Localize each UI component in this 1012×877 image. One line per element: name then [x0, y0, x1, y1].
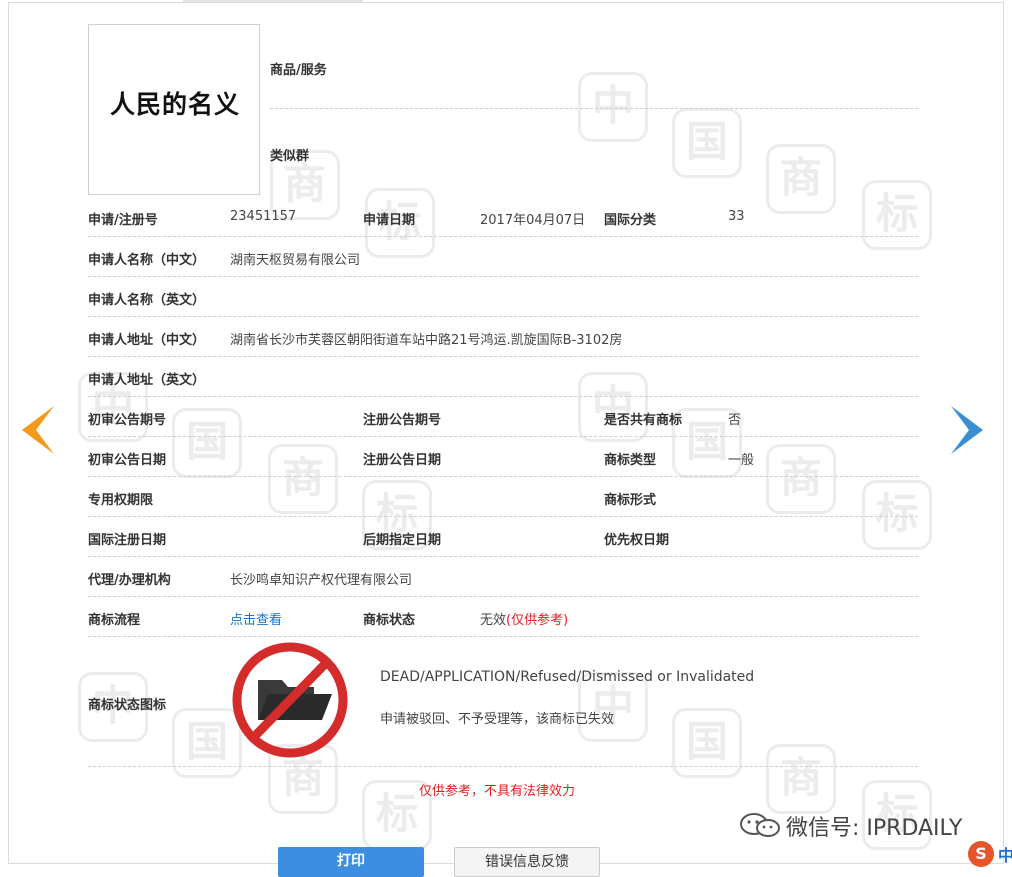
goods-services-label: 商品/服务: [270, 63, 327, 78]
intl-class-label: 国际分类: [604, 213, 657, 228]
disclaimer: 仅供参考，不具有法律效力: [419, 784, 576, 799]
applicant-cn-label: 申请人名称（中文）: [88, 253, 206, 268]
row-divider: [88, 316, 918, 317]
shared-mark-label: 是否共有商标: [604, 413, 683, 428]
watermark-char: 商: [766, 444, 836, 514]
row-divider: [88, 636, 918, 637]
watermark-char: 中: [578, 372, 648, 442]
status-en-text: DEAD/APPLICATION/Refused/Dismissed or In…: [380, 669, 755, 685]
prelim-date-label: 初审公告日期: [88, 453, 167, 468]
shared-mark-value: 否: [728, 413, 742, 428]
row-divider: [88, 766, 918, 767]
status-label: 商标状态: [363, 613, 416, 628]
row-divider: [88, 596, 918, 597]
watermark-char: 国: [672, 108, 742, 178]
status-icon-label: 商标状态图标: [88, 698, 167, 713]
print-button[interactable]: 打印: [278, 847, 424, 877]
watermark-char: 标: [862, 480, 932, 550]
priority-date-label: 优先权日期: [604, 533, 670, 548]
watermark-char: 标: [862, 180, 932, 250]
reg-no-label: 申请/注册号: [88, 213, 158, 228]
row-divider: [88, 476, 918, 477]
status-note: (仅供参考): [506, 613, 569, 628]
agent-value: 长沙鸣卓知识产权代理有限公司: [230, 573, 413, 588]
address-cn-label: 申请人地址（中文）: [88, 333, 206, 348]
later-date-label: 后期指定日期: [363, 533, 442, 548]
apply-date-value: 2017年04月07日: [480, 213, 586, 228]
status-text: 无效: [480, 613, 507, 628]
address-en-label: 申请人地址（英文）: [88, 373, 206, 388]
row-divider: [88, 276, 918, 277]
trademark-image: 人民的名义: [88, 24, 260, 195]
next-arrow-icon[interactable]: [951, 406, 983, 454]
reg-pub-no-label: 注册公告期号: [363, 413, 442, 428]
mark-form-label: 商标形式: [604, 493, 657, 508]
row-divider: [88, 516, 918, 517]
wechat-icon: [740, 813, 780, 837]
watermark-char: 中: [578, 72, 648, 142]
row-divider: [88, 356, 918, 357]
prelim-no-label: 初审公告期号: [88, 413, 167, 428]
no-folder-icon: [232, 642, 348, 758]
trademark-logo-text: 人民的名义: [109, 90, 240, 119]
agent-label: 代理/办理机构: [88, 573, 171, 588]
watermark-char: 商: [268, 444, 338, 514]
intl-reg-date-label: 国际注册日期: [88, 533, 167, 548]
mark-type-label: 商标类型: [604, 453, 657, 468]
ime-lang-indicator[interactable]: 中: [998, 842, 1012, 866]
prev-arrow-icon[interactable]: [22, 406, 54, 454]
wechat-id: 微信号: IPRDAILY: [786, 816, 963, 841]
status-cn-text: 申请被驳回、不予受理等，该商标已失效: [380, 712, 615, 727]
row-divider: [88, 396, 918, 397]
row-divider: [88, 436, 918, 437]
wechat-watermark: 微信号: IPRDAILY: [738, 810, 962, 842]
address-cn-value: 湖南省长沙市芙蓉区朝阳街道车站中路21号鸿运.凯旋国际B-3102房: [230, 333, 623, 348]
sogou-icon[interactable]: S: [968, 841, 994, 867]
watermark-char: 国: [672, 708, 742, 778]
apply-date-label: 申请日期: [363, 213, 416, 228]
watermark-char: 国: [172, 408, 242, 478]
row-divider: [88, 556, 918, 557]
mark-type-value: 一般: [728, 453, 755, 468]
row-divider: [88, 236, 918, 237]
applicant-cn-value: 湖南天枢贸易有限公司: [230, 253, 361, 268]
reg-pub-date-label: 注册公告日期: [363, 453, 442, 468]
flow-view-link[interactable]: 点击查看: [230, 609, 282, 628]
feedback-button[interactable]: 错误信息反馈: [454, 847, 600, 877]
intl-class-value: 33: [728, 209, 745, 224]
similar-group-label: 类似群: [270, 149, 310, 164]
exclusive-term-label: 专用权期限: [88, 493, 154, 508]
divider: [270, 108, 918, 109]
applicant-en-label: 申请人名称（英文）: [88, 293, 206, 308]
flow-label: 商标流程: [88, 613, 141, 628]
reg-no-value: 23451157: [230, 209, 297, 224]
watermark-char: 商: [766, 144, 836, 214]
status-value: 无效(仅供参考): [480, 609, 568, 628]
watermark-char: 商: [766, 744, 836, 814]
